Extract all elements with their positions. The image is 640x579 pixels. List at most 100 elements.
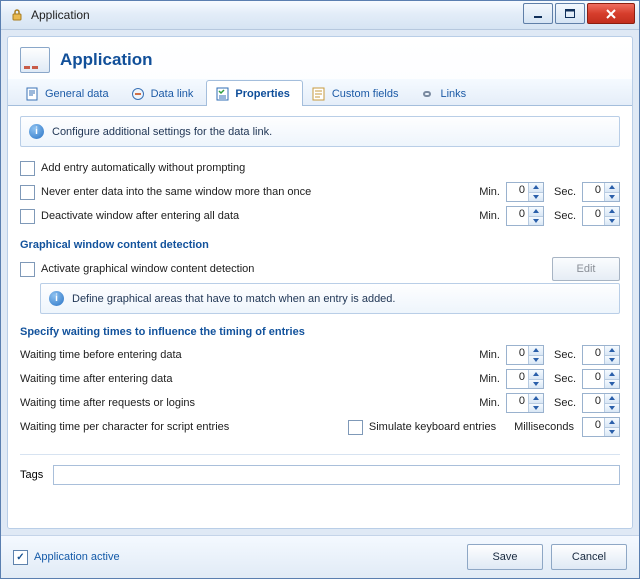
spinner-requests-min[interactable]: 0 — [506, 393, 544, 413]
properties-icon — [215, 87, 229, 101]
label-application-active: Application active — [34, 551, 120, 563]
unit-milliseconds: Milliseconds — [514, 421, 574, 433]
row-tags: Tags — [20, 454, 620, 485]
tab-label: Custom fields — [332, 88, 399, 100]
spinner-after-sec[interactable]: 0 — [582, 369, 620, 389]
label-deactivate: Deactivate window after entering all dat… — [41, 210, 239, 222]
row-wait-per-char: Waiting time per character for script en… — [20, 416, 620, 438]
chevron-down-icon[interactable] — [605, 428, 619, 437]
spinner-never-same-min[interactable]: 0 — [506, 182, 544, 202]
edit-button[interactable]: Edit — [552, 257, 620, 281]
row-auto-add: Add entry automatically without promptin… — [20, 157, 620, 179]
tab-custom-fields[interactable]: Custom fields — [303, 80, 412, 106]
row-never-same: Never enter data into the same window mo… — [20, 181, 620, 203]
tab-bar: General data Data link Properties Custom… — [8, 79, 632, 106]
titlebar: Application — [1, 1, 639, 30]
maximize-button[interactable] — [555, 3, 585, 24]
row-wait-requests: Waiting time after requests or logins Mi… — [20, 392, 620, 414]
chevron-down-icon[interactable] — [605, 356, 619, 365]
label-wait-after: Waiting time after entering data — [20, 373, 172, 385]
label-simulate-keyboard: Simulate keyboard entries — [369, 421, 496, 433]
checkbox-simulate-keyboard[interactable] — [348, 420, 363, 435]
properties-panel: i Configure additional settings for the … — [8, 106, 632, 528]
panel-info-text: Configure additional settings for the da… — [52, 126, 272, 138]
unit-sec: Sec. — [554, 186, 576, 198]
form-icon — [312, 87, 326, 101]
label-auto-add: Add entry automatically without promptin… — [41, 162, 245, 174]
chevron-up-icon[interactable] — [529, 207, 543, 217]
dialog-card: Application General data Data link Prope… — [7, 36, 633, 529]
tab-general-data[interactable]: General data — [16, 80, 122, 106]
minsec-never-same: Min. 0 Sec. 0 — [473, 182, 620, 202]
dialog-footer: ✓ Application active Save Cancel — [1, 535, 639, 578]
chevron-down-icon[interactable] — [529, 404, 543, 413]
application-window: Application Application General data — [0, 0, 640, 579]
section-timing: Specify waiting times to influence the t… — [20, 326, 620, 338]
chevron-up-icon[interactable] — [529, 370, 543, 380]
checkbox-auto-add[interactable] — [20, 161, 35, 176]
spinner-never-same-sec[interactable]: 0 — [582, 182, 620, 202]
lock-icon — [9, 7, 25, 23]
chevron-up-icon[interactable] — [529, 394, 543, 404]
info-icon: i — [49, 291, 64, 306]
unit-min: Min. — [479, 186, 500, 198]
tab-data-link[interactable]: Data link — [122, 80, 207, 106]
tab-label: General data — [45, 88, 109, 100]
checkbox-deactivate[interactable] — [20, 209, 35, 224]
label-wait-per-char: Waiting time per character for script en… — [20, 421, 229, 433]
window-title: Application — [31, 8, 90, 22]
spinner-before-sec[interactable]: 0 — [582, 345, 620, 365]
chevron-down-icon[interactable] — [529, 380, 543, 389]
tab-label: Links — [440, 88, 466, 100]
spinner-requests-sec[interactable]: 0 — [582, 393, 620, 413]
tags-input[interactable] — [53, 465, 620, 485]
window-buttons — [523, 3, 635, 24]
graphical-hint-text: Define graphical areas that have to matc… — [72, 293, 395, 305]
chevron-up-icon[interactable] — [605, 370, 619, 380]
chevron-down-icon[interactable] — [529, 217, 543, 226]
application-icon — [20, 47, 50, 73]
spinner-per-char-ms[interactable]: 0 — [582, 417, 620, 437]
link-icon — [420, 87, 434, 101]
chevron-down-icon[interactable] — [605, 217, 619, 226]
panel-info: i Configure additional settings for the … — [20, 116, 620, 147]
label-never-same: Never enter data into the same window mo… — [41, 186, 311, 198]
chevron-down-icon[interactable] — [605, 380, 619, 389]
minsec-deactivate: Min. 0 Sec. 0 — [473, 206, 620, 226]
chevron-down-icon[interactable] — [529, 356, 543, 365]
save-button[interactable]: Save — [467, 544, 543, 570]
datalink-icon — [131, 87, 145, 101]
checkbox-activate-graphical[interactable] — [20, 262, 35, 277]
checkbox-never-same[interactable] — [20, 185, 35, 200]
chevron-up-icon[interactable] — [529, 183, 543, 193]
spinner-deactivate-sec[interactable]: 0 — [582, 206, 620, 226]
chevron-up-icon[interactable] — [605, 207, 619, 217]
document-icon — [25, 87, 39, 101]
chevron-up-icon[interactable] — [605, 418, 619, 428]
graphical-hint: i Define graphical areas that have to ma… — [40, 283, 620, 314]
close-button[interactable] — [587, 3, 635, 24]
spinner-deactivate-min[interactable]: 0 — [506, 206, 544, 226]
minimize-button[interactable] — [523, 3, 553, 24]
checkbox-application-active[interactable]: ✓ — [13, 550, 28, 565]
chevron-up-icon[interactable] — [605, 183, 619, 193]
cancel-button[interactable]: Cancel — [551, 544, 627, 570]
chevron-down-icon[interactable] — [605, 193, 619, 202]
section-graphical: Graphical window content detection — [20, 239, 620, 251]
tab-label: Properties — [235, 88, 289, 100]
row-activate-graphical: Activate graphical window content detect… — [20, 257, 620, 281]
spinner-before-min[interactable]: 0 — [506, 345, 544, 365]
tab-links[interactable]: Links — [411, 80, 479, 106]
chevron-up-icon[interactable] — [605, 346, 619, 356]
row-deactivate: Deactivate window after entering all dat… — [20, 205, 620, 227]
row-wait-after: Waiting time after entering data Min. 0 … — [20, 368, 620, 390]
chevron-down-icon[interactable] — [605, 404, 619, 413]
chevron-up-icon[interactable] — [605, 394, 619, 404]
label-wait-before: Waiting time before entering data — [20, 349, 182, 361]
spinner-after-min[interactable]: 0 — [506, 369, 544, 389]
card-header: Application — [8, 37, 632, 79]
chevron-down-icon[interactable] — [529, 193, 543, 202]
tab-label: Data link — [151, 88, 194, 100]
tab-properties[interactable]: Properties — [206, 80, 302, 106]
chevron-up-icon[interactable] — [529, 346, 543, 356]
